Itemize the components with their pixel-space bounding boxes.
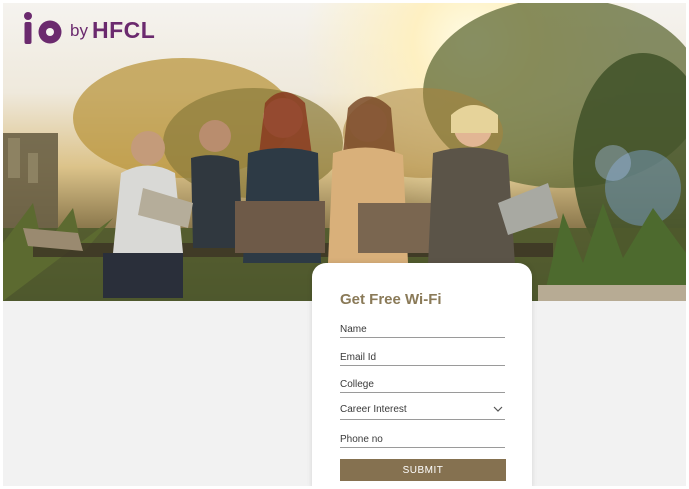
name-input[interactable] (340, 321, 505, 338)
brand-logo[interactable]: by HFCL (23, 11, 155, 45)
career-interest-select[interactable]: Career Interest (340, 403, 505, 420)
submit-button[interactable]: SUBMIT (340, 459, 506, 481)
logo-by-text: by (70, 21, 88, 40)
hero-photo (3, 3, 686, 301)
email-input[interactable] (340, 349, 505, 366)
chevron-down-icon (493, 406, 503, 412)
phone-input[interactable] (340, 431, 505, 448)
career-interest-label: Career Interest (340, 404, 407, 415)
hero-banner: by HFCL (3, 3, 686, 301)
college-input[interactable] (340, 376, 505, 393)
page-frame: by HFCL Get Free Wi-Fi Career Interest S… (3, 3, 686, 486)
io-logo-icon (24, 12, 62, 44)
form-title: Get Free Wi-Fi (340, 291, 442, 308)
logo-brand-text: HFCL (91, 16, 156, 43)
wifi-signup-form: Get Free Wi-Fi Career Interest SUBMIT (312, 263, 532, 486)
